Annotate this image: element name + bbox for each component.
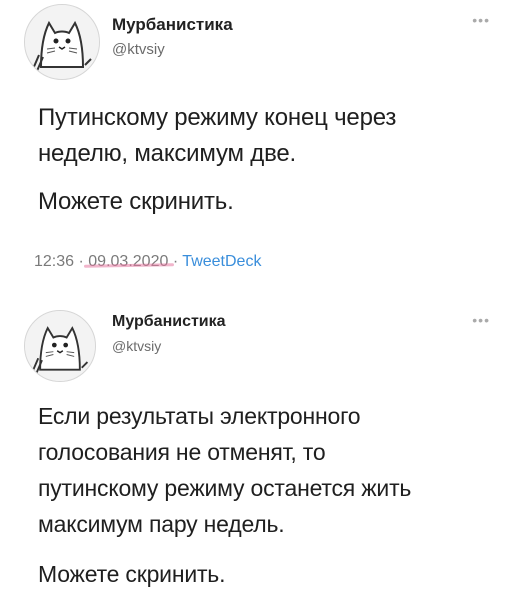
more-options-icon[interactable]: •••	[472, 312, 490, 328]
tweet-text: Если результаты электронного голосования…	[38, 398, 411, 592]
separator: ·	[172, 253, 179, 270]
author-name[interactable]: Мурбанистика	[112, 313, 226, 331]
author-handle[interactable]: @ktvsiy	[112, 338, 161, 354]
author-handle[interactable]: @ktvsiy	[112, 41, 165, 58]
tweet-text-line: неделю, максимум две.	[38, 140, 296, 167]
tweet-2: Мурбанистика @ktvsiy ••• Если результаты…	[0, 290, 508, 600]
tweet-time[interactable]: 12:36	[34, 253, 74, 270]
cat-icon	[25, 311, 95, 381]
tweet-text-line: Можете скринить.	[38, 188, 234, 215]
author-name[interactable]: Мурбанистика	[112, 15, 233, 35]
tweet-source[interactable]: TweetDeck	[182, 253, 261, 270]
tweet-text-line: Путинскому режиму конец через	[38, 104, 397, 131]
tweet-1: Мурбанистика @ktvsiy ••• Путинскому режи…	[0, 0, 508, 290]
avatar[interactable]	[24, 310, 96, 382]
tweet-text: Путинскому режиму конец через неделю, ма…	[38, 100, 396, 220]
tweet-meta: 12:36 · 09.03.2020 · TweetDeck	[34, 253, 261, 271]
tweet-text-line: максимум пару недель.	[38, 511, 285, 537]
tweet-text-line: голосования не отменят, то	[38, 439, 326, 465]
tweet-text-line: путинскому режиму останется жить	[38, 475, 412, 501]
tweet-text-line: Если результаты электронного	[38, 403, 361, 429]
avatar[interactable]	[24, 4, 100, 80]
tweet-date[interactable]: 09.03.2020	[88, 253, 168, 270]
separator: ·	[78, 253, 84, 270]
cat-icon	[25, 5, 99, 79]
more-options-icon[interactable]: •••	[472, 12, 490, 28]
tweet-text-line: Можете скринить.	[38, 561, 226, 587]
